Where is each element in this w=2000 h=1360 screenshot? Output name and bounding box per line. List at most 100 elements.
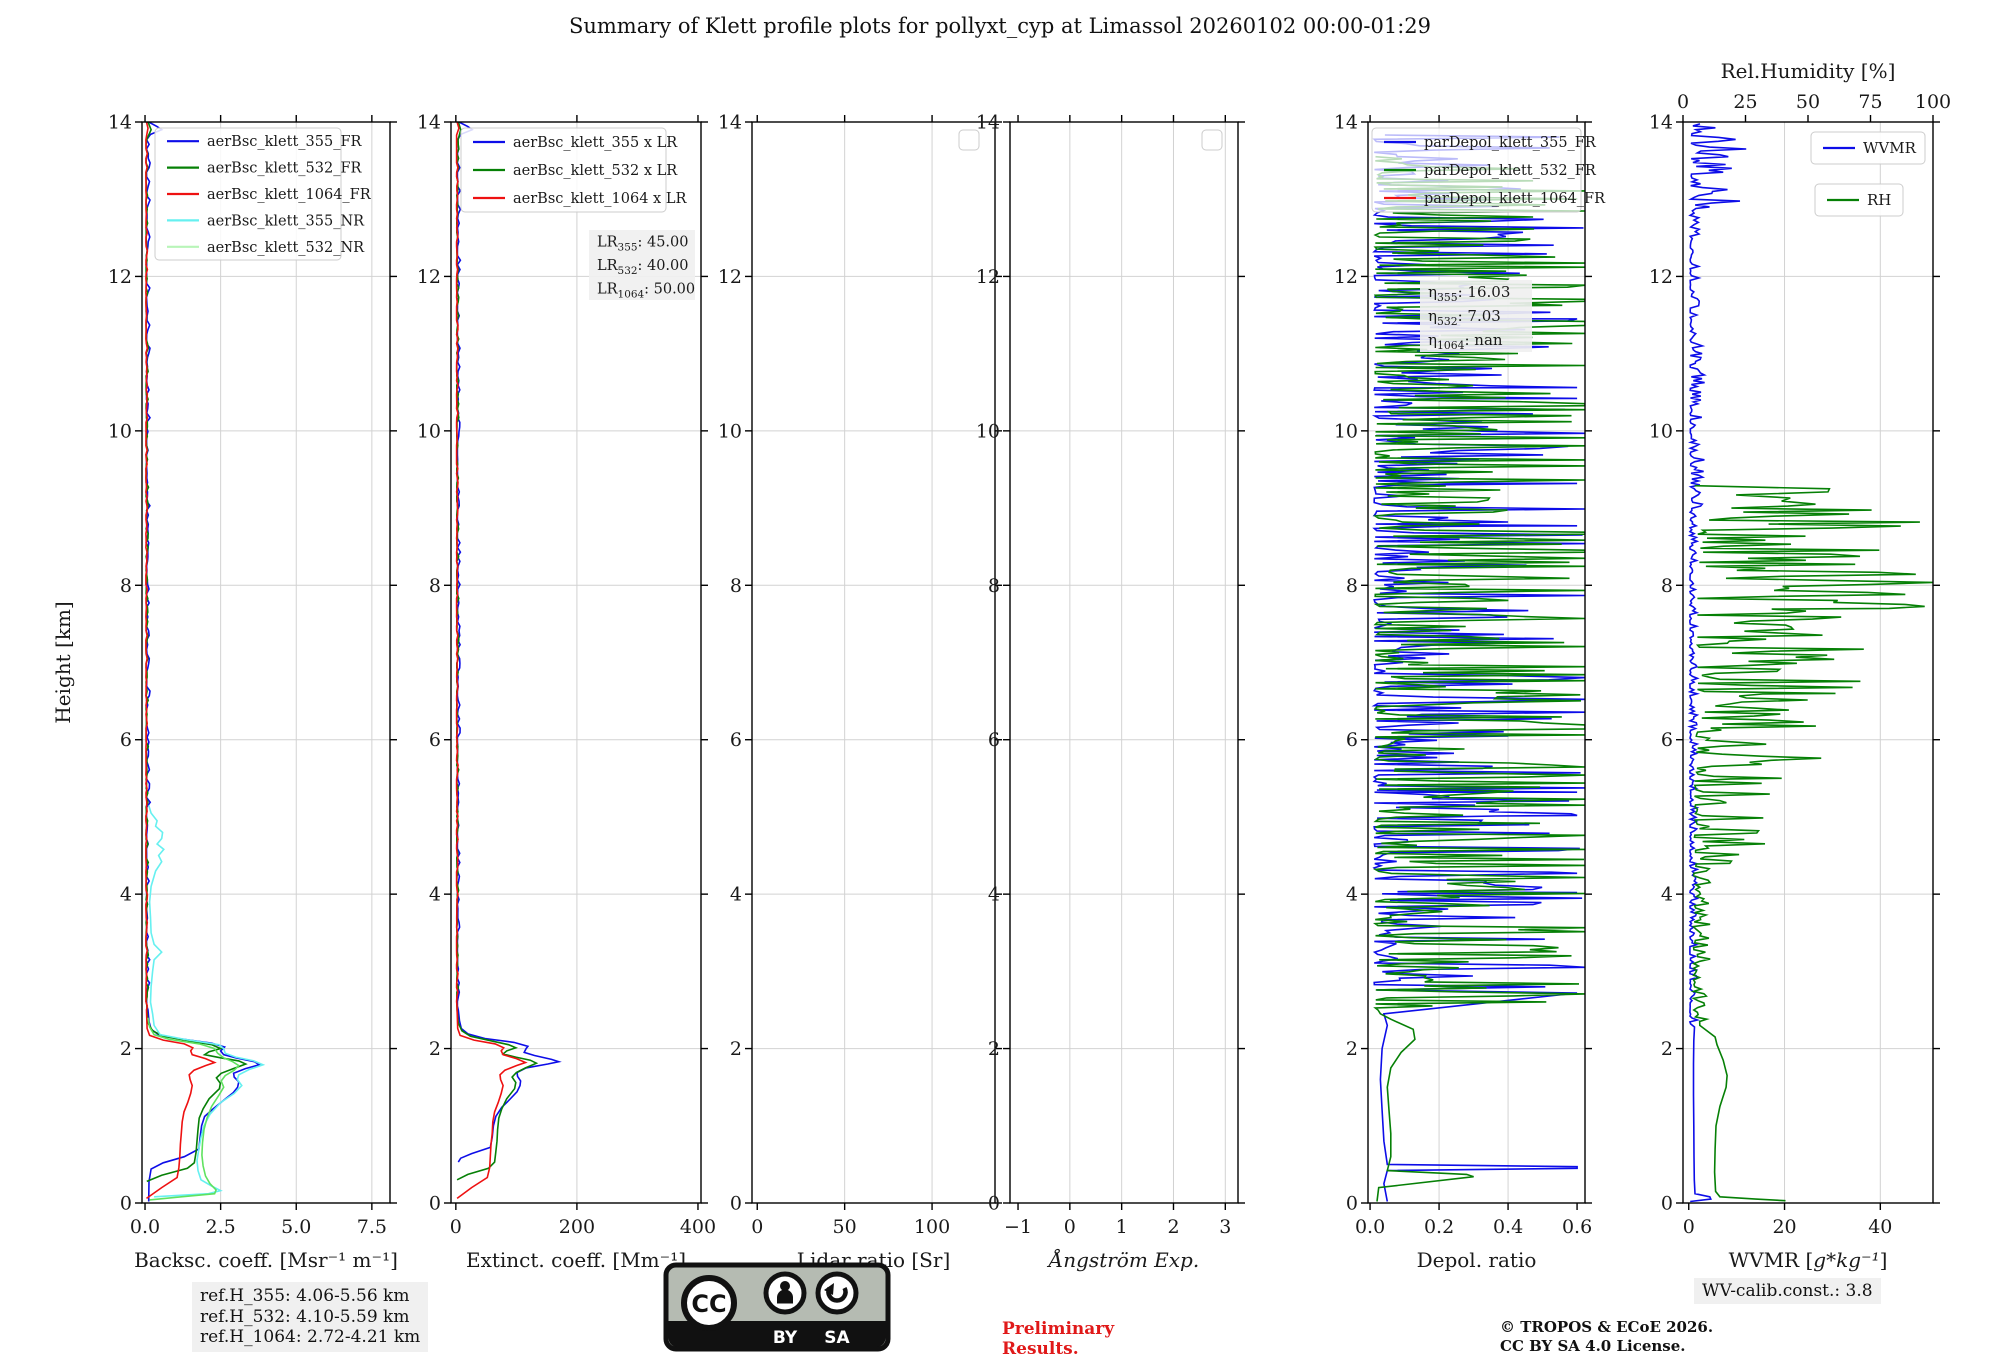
y-tick-label: 4 [988, 884, 1000, 906]
x-axis-label-extinction: Extinct. coeff. [Mm⁻¹] [466, 1248, 686, 1272]
y-tick-label: 4 [1661, 884, 1673, 906]
y-tick-label: 12 [1334, 266, 1358, 288]
legend-wvmr-1: RH [1814, 183, 1904, 217]
legend-label: parDepol_klett_1064_FR [1424, 191, 1606, 207]
y-tick-label: 8 [1661, 575, 1673, 597]
x-tick-label: 0.0 [1355, 1216, 1385, 1238]
y-tick-label: 4 [429, 884, 441, 906]
y-tick-label: 6 [1346, 729, 1358, 751]
y-tick-label: 6 [988, 729, 1000, 751]
panel-extinction: 0 200 400 0 2 4 6 8 10 12 14 Extinct. coeff. [Mm⁻¹]… [417, 112, 716, 1273]
gridlines-lidar-ratio [752, 122, 995, 1203]
y-tick-label: 8 [730, 575, 742, 597]
y-tick-label: 14 [417, 112, 441, 134]
legend-label: parDepol_klett_355_FR [1424, 135, 1597, 151]
x-tick-label: 40 [1868, 1216, 1892, 1238]
ref-h-532: ref.H_532: 4.10-5.59 km [200, 1306, 410, 1327]
legend-depol-ratio-0: parDepol_klett_355_FR parDepol_klett_532_… [1371, 127, 1606, 213]
x-tick-label: 5.0 [281, 1216, 311, 1238]
y-tick-label: 12 [976, 266, 1000, 288]
y-tick-label: 2 [730, 1038, 742, 1060]
gridlines-wvmr [1683, 122, 1933, 1203]
height-axis-label: Height [km] [51, 601, 75, 723]
legend-extinction-0: aerBsc_klett_355 x LR aerBsc_klett_532 x … [460, 127, 687, 213]
y-tick-label: 12 [108, 266, 132, 288]
rh-axis-label: Rel.Humidity [%] [1721, 59, 1896, 83]
x-tick-label: 0 [1064, 1216, 1076, 1238]
y-tick-label: 14 [108, 112, 132, 134]
plot-frame-lidar-ratio [751, 121, 996, 1204]
y-tick-label: 0 [1346, 1193, 1358, 1215]
copyright-note: © TROPOS & ECoE 2026. CC BY SA 4.0 Licen… [1500, 1318, 1713, 1356]
legend-label: aerBsc_klett_532_NR [207, 240, 365, 256]
y-tick-label: 6 [1661, 729, 1673, 751]
legend-angstrom-0 [1201, 129, 1223, 151]
x-tick-label: 200 [559, 1216, 595, 1238]
rh-tick-label: 100 [1915, 91, 1951, 113]
rh-tick-label: 0 [1677, 91, 1689, 113]
y-tick-label: 14 [1334, 112, 1358, 134]
y-tick-label: 0 [988, 1193, 1000, 1215]
y-tick-label: 2 [1661, 1038, 1673, 1060]
legend-wvmr-0: WVMR [1810, 131, 1926, 165]
ref-h-1064: ref.H_1064: 2.72-4.21 km [200, 1327, 421, 1348]
y-tick-label: 6 [730, 729, 742, 751]
x-tick-label: −1 [1004, 1216, 1032, 1238]
sa-icon [815, 1271, 859, 1315]
reference-height-annotation: ref.H_355: 4.06-5.56 km ref.H_532: 4.10-… [192, 1282, 429, 1353]
y-tick-label: 10 [976, 420, 1000, 442]
figure-canvas: Summary of Klett profile plots for polly… [0, 0, 2000, 1360]
x-tick-label: 0 [751, 1216, 763, 1238]
legend-label: aerBsc_klett_355_FR [207, 134, 363, 150]
x-tick-label: 20 [1772, 1216, 1796, 1238]
copyright-line1: © TROPOS & ECoE 2026. [1500, 1318, 1714, 1336]
copyright-line2: CC BY SA 4.0 License. [1500, 1336, 1686, 1355]
y-tick-label: 10 [718, 420, 742, 442]
y-tick-label: 14 [718, 112, 742, 134]
x-axis-label-depol-ratio: Depol. ratio [1417, 1248, 1537, 1272]
x-tick-label: 0.0 [130, 1216, 160, 1238]
x-axis-label-backscatter: Backsc. coeff. [Msr⁻¹ m⁻¹] [134, 1248, 398, 1272]
legend-label: aerBsc_klett_355_NR [207, 213, 365, 229]
y-tick-label: 8 [1346, 575, 1358, 597]
legend-label: WVMR [1863, 139, 1917, 157]
x-tick-label: 3 [1219, 1216, 1231, 1238]
series-aerBsc_klett_1064_x_LR [455, 122, 528, 1200]
series-aerBsc_klett_355_x_LR [456, 122, 562, 1163]
series-aerBsc_klett_532_FR [145, 122, 248, 1183]
y-tick-label: 8 [988, 575, 1000, 597]
y-tick-label: 8 [429, 575, 441, 597]
y-tick-label: 4 [1346, 884, 1358, 906]
badge-sa-label: SA [824, 1328, 850, 1348]
annotation-depol-ratio-0: η355: 16.03η532: 7.03η1064: nan [1420, 280, 1532, 352]
rh-tick-label: 50 [1796, 91, 1820, 113]
y-tick-label: 0 [429, 1193, 441, 1215]
plot-frame-angstrom [1009, 121, 1239, 1204]
preliminary-line2: Results. [1002, 1338, 1079, 1359]
gridlines-angstrom [1010, 122, 1238, 1203]
x-tick-label: 0.2 [1424, 1216, 1454, 1238]
x-tick-label: 50 [833, 1216, 857, 1238]
legend-label: RH [1867, 191, 1891, 209]
wv-calibration-annotation: WV-calib.const.: 3.8 [1694, 1278, 1881, 1304]
annotation-extinction-0: LR355: 45.00LR532: 40.00LR1064: 50.00 [589, 230, 695, 300]
series-WVMR [1687, 123, 1747, 1203]
y-tick-label: 10 [417, 420, 441, 442]
series-aerBsc_klett_532_x_LR [455, 122, 539, 1181]
x-tick-label: 7.5 [357, 1216, 387, 1238]
y-tick-label: 0 [120, 1193, 132, 1215]
cc-icon-label: CC [691, 1290, 726, 1318]
y-tick-label: 12 [718, 266, 742, 288]
y-tick-label: 8 [120, 575, 132, 597]
series-aerBsc_klett_1064_FR [145, 122, 217, 1200]
panel-lidar-ratio: 0 50 10002468101214Lidar ratio [Sr] [718, 112, 1002, 1272]
x-tick-label: 0.4 [1493, 1216, 1523, 1238]
x-tick-label: 400 [680, 1216, 716, 1238]
y-tick-label: 2 [120, 1038, 132, 1060]
legend-label: aerBsc_klett_1064_FR [207, 187, 372, 203]
y-tick-label: 6 [120, 729, 132, 751]
y-tick-label: 12 [1649, 266, 1673, 288]
panel-angstrom: −1 0 1 2 302468101214Ångström Exp. [976, 112, 1245, 1272]
badge-by-label: BY [773, 1328, 798, 1348]
y-tick-label: 0 [1661, 1193, 1673, 1215]
